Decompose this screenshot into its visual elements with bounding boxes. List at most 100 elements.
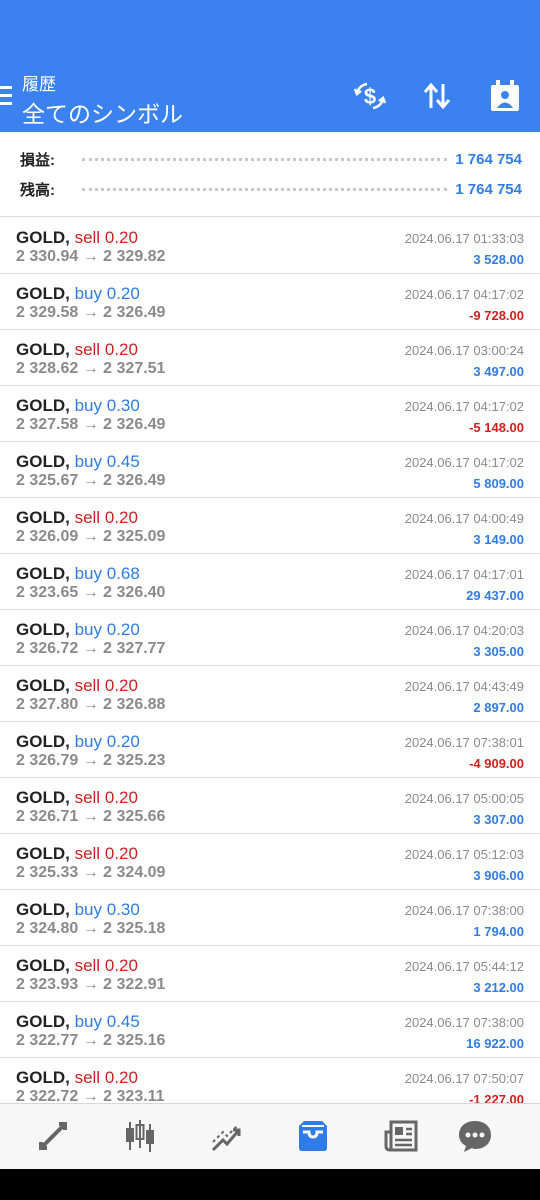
trade-prices: 2 326.79 → 2 325.23 [16, 752, 165, 770]
trade-volume: 0.20 [104, 340, 138, 359]
trade-title: GOLD, sell 0.20 [16, 228, 138, 248]
trade-row[interactable]: GOLD, buy 0.20 2 326.79 → 2 325.23 2024.06… [0, 722, 540, 778]
system-navigation-bar [0, 1169, 540, 1200]
sort-icon[interactable] [419, 78, 455, 114]
trade-side: buy [74, 452, 102, 471]
trade-side: buy [74, 620, 102, 639]
trade-volume: 0.20 [104, 228, 138, 247]
trade-symbol: GOLD, [16, 900, 70, 919]
close-price: 2 325.16 [103, 1032, 166, 1049]
trade-prices: 2 327.80 → 2 326.88 [16, 696, 165, 714]
trade-row[interactable]: GOLD, sell 0.20 2 327.80 → 2 326.88 2024.0… [0, 666, 540, 722]
trade-row[interactable]: GOLD, buy 0.20 2 329.58 → 2 326.49 2024.06… [0, 274, 540, 330]
trade-profit: 3 307.00 [473, 812, 524, 827]
trade-side: sell [74, 1068, 101, 1087]
close-price: 2 329.82 [103, 248, 166, 265]
trade-symbol: GOLD, [16, 452, 70, 471]
close-price: 2 327.77 [103, 640, 166, 657]
messages-icon[interactable] [455, 1116, 495, 1156]
chart-icon[interactable] [120, 1116, 160, 1156]
trade-time: 2024.06.17 03:00:24 [404, 343, 524, 358]
trade-row[interactable]: GOLD, sell 0.20 2 328.62 → 2 327.51 2024.0… [0, 330, 540, 386]
trade-prices: 2 323.65 → 2 326.40 [16, 584, 165, 602]
trade-time: 2024.06.17 05:12:03 [404, 847, 524, 862]
summary-panel: 損益: 1 764 754 残高: 1 764 754 [0, 132, 540, 217]
quotes-icon[interactable] [33, 1116, 73, 1156]
trade-prices: 2 322.77 → 2 325.16 [16, 1032, 165, 1050]
trade-prices: 2 324.80 → 2 325.18 [16, 920, 165, 938]
trade-profit: 2 897.00 [473, 700, 524, 715]
trade-prices: 2 326.09 → 2 325.09 [16, 528, 165, 546]
trade-time: 2024.06.17 07:38:00 [404, 903, 524, 918]
trade-time: 2024.06.17 04:17:02 [404, 399, 524, 414]
trade-row[interactable]: GOLD, buy 0.20 2 326.72 → 2 327.77 2024.06… [0, 610, 540, 666]
trade-profit: 3 212.00 [473, 980, 524, 995]
trade-side: sell [74, 844, 101, 863]
trade-time: 2024.06.17 07:38:01 [404, 735, 524, 750]
arrow-right-icon: → [78, 304, 104, 321]
trade-side: sell [74, 956, 101, 975]
trade-symbol: GOLD, [16, 1068, 70, 1087]
trade-row[interactable]: GOLD, sell 0.20 2 323.93 → 2 322.91 2024.0… [0, 946, 540, 1002]
close-price: 2 326.49 [103, 304, 166, 321]
open-price: 2 324.80 [16, 920, 79, 937]
close-price: 2 326.40 [103, 584, 166, 601]
trade-row[interactable]: GOLD, buy 0.68 2 323.65 → 2 326.40 2024.06… [0, 554, 540, 610]
trade-side: buy [74, 1012, 102, 1031]
trade-title: GOLD, sell 0.20 [16, 844, 138, 864]
trade-symbol: GOLD, [16, 676, 70, 695]
trade-row[interactable]: GOLD, buy 0.30 2 324.80 → 2 325.18 2024.06… [0, 890, 540, 946]
trade-time: 2024.06.17 07:38:00 [404, 1015, 524, 1030]
trade-symbol: GOLD, [16, 564, 70, 583]
bottom-navigation [0, 1103, 540, 1170]
trade-symbol: GOLD, [16, 228, 70, 247]
trade-symbol: GOLD, [16, 620, 70, 639]
open-price: 2 326.71 [16, 808, 79, 825]
profit-value: 1 764 754 [455, 150, 522, 168]
open-price: 2 330.94 [16, 248, 79, 265]
trade-time: 2024.06.17 07:50:07 [404, 1071, 524, 1086]
svg-text:$: $ [364, 84, 376, 109]
trade-row[interactable]: GOLD, sell 0.20 2 325.33 → 2 324.09 2024.0… [0, 834, 540, 890]
trade-side: buy [74, 396, 102, 415]
news-icon[interactable] [381, 1116, 421, 1156]
arrow-right-icon: → [78, 360, 104, 377]
trade-profit: 1 794.00 [473, 924, 524, 939]
close-price: 2 327.51 [103, 360, 166, 377]
trade-title: GOLD, buy 0.68 [16, 564, 140, 584]
trade-profit: -5 148.00 [469, 420, 524, 435]
arrow-right-icon: → [78, 528, 104, 545]
trade-time: 2024.06.17 01:33:03 [404, 231, 524, 246]
calendar-icon[interactable] [487, 78, 523, 114]
trade-side: buy [74, 284, 102, 303]
app-header: 履歴 全てのシンボル $ [0, 0, 540, 132]
currency-exchange-icon[interactable]: $ [352, 78, 388, 114]
history-icon[interactable] [293, 1116, 333, 1156]
trade-time: 2024.06.17 04:17:02 [404, 455, 524, 470]
arrow-right-icon: → [78, 640, 104, 657]
trade-volume: 0.20 [106, 732, 140, 751]
trade-volume: 0.45 [106, 1012, 140, 1031]
trade-profit: 29 437.00 [466, 588, 524, 603]
trade-icon[interactable] [207, 1116, 247, 1156]
trade-prices: 2 325.67 → 2 326.49 [16, 472, 165, 490]
trade-row[interactable]: GOLD, sell 0.20 2 330.94 → 2 329.82 2024.0… [0, 218, 540, 274]
trade-row[interactable]: GOLD, buy 0.45 2 322.77 → 2 325.16 2024.06… [0, 1002, 540, 1058]
trade-row[interactable]: GOLD, sell 0.20 2 326.09 → 2 325.09 2024.0… [0, 498, 540, 554]
trade-row[interactable]: GOLD, buy 0.45 2 325.67 → 2 326.49 2024.06… [0, 442, 540, 498]
trade-row[interactable]: GOLD, sell 0.20 2 326.71 → 2 325.66 2024.0… [0, 778, 540, 834]
menu-icon[interactable] [0, 86, 14, 106]
trade-row[interactable]: GOLD, buy 0.30 2 327.58 → 2 326.49 2024.06… [0, 386, 540, 442]
arrow-right-icon: → [78, 976, 104, 993]
trade-symbol: GOLD, [16, 788, 70, 807]
trade-volume: 0.20 [104, 788, 138, 807]
arrow-right-icon: → [78, 416, 104, 433]
open-price: 2 326.09 [16, 528, 79, 545]
arrow-right-icon: → [78, 584, 104, 601]
trade-side: buy [74, 732, 102, 751]
dotted-leader [82, 187, 448, 191]
trade-symbol: GOLD, [16, 732, 70, 751]
trade-title: GOLD, buy 0.45 [16, 452, 140, 472]
header-title[interactable]: 全てのシンボル [22, 95, 183, 129]
arrow-right-icon: → [78, 864, 104, 881]
